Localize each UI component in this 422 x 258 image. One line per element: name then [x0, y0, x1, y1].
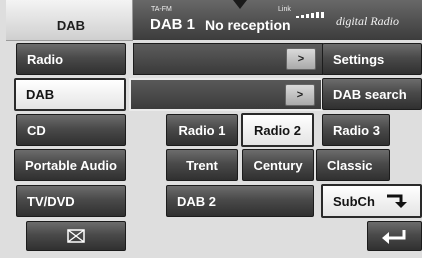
- source-header: DAB: [6, 0, 133, 41]
- subchannel-button[interactable]: SubCh: [321, 184, 422, 218]
- menu-cd-label: CD: [27, 122, 46, 138]
- preset-radio-1-button[interactable]: Radio 1: [166, 114, 238, 146]
- preset-century-button[interactable]: Century: [242, 149, 314, 181]
- status-header: TA-FM DAB 1 No reception Link digital Ra…: [133, 0, 422, 40]
- station-name: DAB 1: [150, 16, 196, 33]
- preset-classic-button[interactable]: Classic: [316, 149, 390, 181]
- menu-portable-audio-label: Portable Audio: [25, 157, 117, 173]
- menu-radio-button[interactable]: Radio: [16, 43, 126, 75]
- preset-radio-3-label: Radio 3: [333, 122, 380, 138]
- dab-search-label: DAB search: [333, 86, 407, 102]
- back-arrow-icon: [381, 230, 405, 244]
- dab-search-button[interactable]: DAB search: [322, 78, 422, 110]
- menu-cd-button[interactable]: CD: [16, 114, 126, 146]
- preset-century-label: Century: [253, 157, 303, 173]
- settings-label: Settings: [333, 51, 385, 67]
- preset-classic-label: Classic: [327, 157, 373, 173]
- menu-portable-audio-button[interactable]: Portable Audio: [14, 149, 126, 181]
- signal-strength-icon: [296, 8, 328, 18]
- menu-tv-dvd-label: TV/DVD: [27, 193, 75, 209]
- subchannel-label: SubCh: [333, 193, 375, 209]
- preset-dab-2-label: DAB 2: [177, 193, 217, 209]
- reception-status: No reception: [205, 17, 291, 33]
- ensemble-list-bar[interactable]: >: [129, 78, 323, 111]
- preset-radio-2-label: Radio 2: [254, 122, 301, 138]
- link-label: Link: [278, 6, 291, 13]
- menu-radio-label: Radio: [27, 51, 64, 67]
- menu-tv-dvd-button[interactable]: TV/DVD: [16, 185, 126, 217]
- menu-dab-label: DAB: [26, 87, 55, 102]
- station-list-bar[interactable]: >: [133, 43, 323, 75]
- pointer-notch-icon: [233, 0, 247, 9]
- preset-radio-2-button[interactable]: Radio 2: [241, 113, 314, 147]
- preset-trent-label: Trent: [186, 157, 218, 173]
- digital-radio-logo: digital Radio: [336, 14, 399, 28]
- band-tag: TA-FM: [151, 6, 172, 13]
- return-arrow-icon: [387, 194, 407, 208]
- dab-radio-screen: DAB TA-FM DAB 1 No reception Link digita…: [0, 0, 422, 258]
- source-label: DAB: [56, 18, 86, 33]
- messages-button[interactable]: [26, 221, 126, 251]
- mail-icon: [67, 229, 85, 243]
- menu-dab-button[interactable]: DAB: [14, 78, 126, 111]
- back-button[interactable]: [367, 221, 422, 251]
- preset-dab-2-button[interactable]: DAB 2: [166, 185, 314, 217]
- ensemble-list-next-button[interactable]: >: [285, 84, 315, 106]
- preset-trent-button[interactable]: Trent: [166, 149, 238, 181]
- settings-button[interactable]: Settings: [322, 43, 422, 75]
- preset-radio-1-label: Radio 1: [178, 122, 226, 138]
- preset-radio-3-button[interactable]: Radio 3: [322, 114, 390, 146]
- station-list-next-button[interactable]: >: [286, 48, 316, 70]
